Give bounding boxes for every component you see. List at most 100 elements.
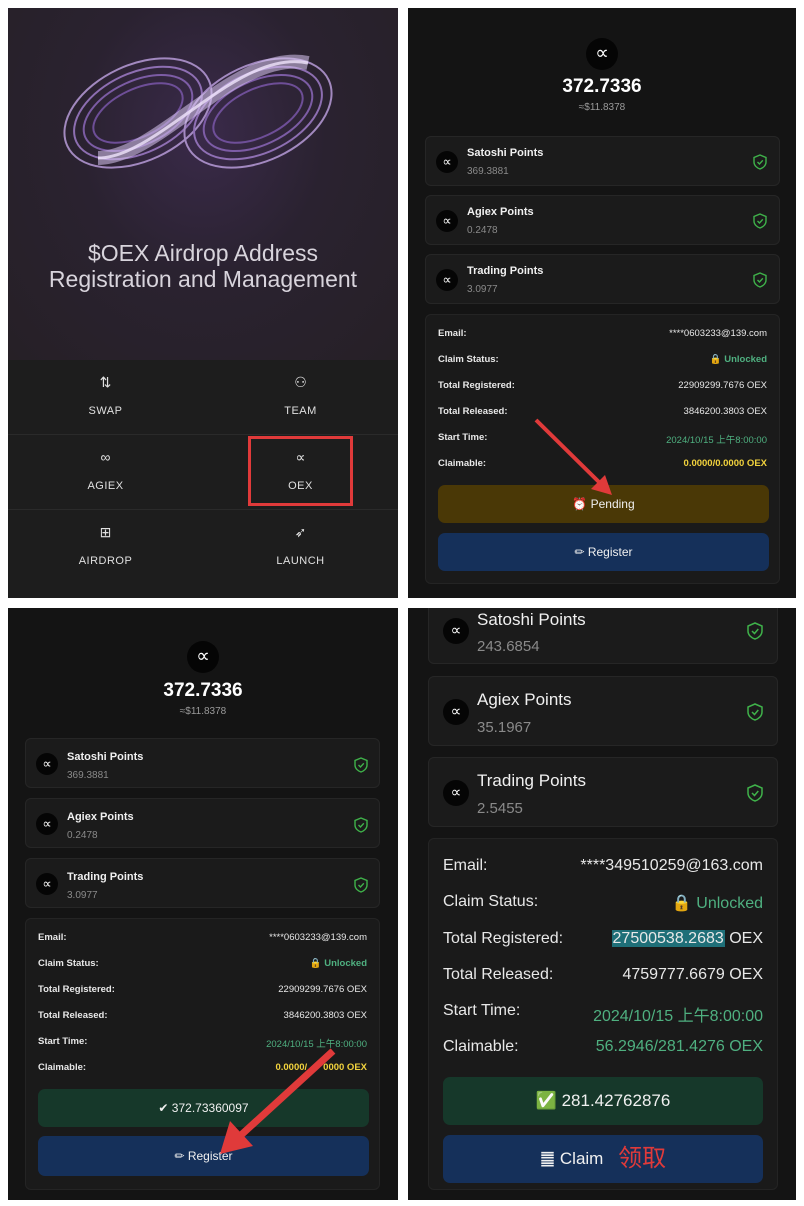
register-button[interactable]: ✏ Register <box>38 1136 369 1176</box>
info-value: ****349510259@163.com <box>580 857 763 874</box>
info-key: Email: <box>438 328 467 339</box>
info-row-claim-status: Claim Status: 🔒 Unlocked <box>26 958 379 972</box>
oex-logo-icon: ∝ <box>436 151 458 173</box>
oex-logo-icon: ∝ <box>187 641 219 673</box>
menu-item-airdrop[interactable]: ⊞ AIRDROP <box>8 510 203 584</box>
info-value: ****0603233@139.com <box>269 932 367 943</box>
points-card: ∝ Trading Points 3.0977 <box>425 254 780 304</box>
verified-shield-icon <box>753 213 767 229</box>
points-title: Satoshi Points <box>67 751 144 763</box>
points-value: 3.0977 <box>67 890 98 901</box>
points-card: ∝ Agiex Points 0.2478 <box>25 798 380 848</box>
info-value: 🔒 Unlocked <box>309 958 367 969</box>
info-key: Claim Status: <box>38 958 99 969</box>
points-title: Trading Points <box>467 265 544 277</box>
info-row-start-time: Start Time: 2024/10/15 上午8:00:00 <box>426 432 779 446</box>
info-value: 22909299.7676 OEX <box>278 984 367 995</box>
points-title: Trading Points <box>67 871 144 883</box>
points-title: Agiex Points <box>477 690 572 709</box>
success-amount-button[interactable]: ✔ 372.73360097 <box>38 1089 369 1127</box>
oex-logo-icon: ∝ <box>443 618 469 644</box>
info-key: Total Registered: <box>443 930 564 947</box>
menu-item-label: LAUNCH <box>276 555 325 567</box>
claim-info-panel: Email: ****0603233@139.com Claim Status: 🔒… <box>25 918 380 1190</box>
claim-button-label: ䷀ Claim <box>539 1149 604 1168</box>
info-row-email: Email: ****0603233@139.com <box>426 328 779 342</box>
oex-logo-icon: ∝ <box>436 269 458 291</box>
points-card: ∝ Agiex Points 35.1967 <box>428 676 778 746</box>
register-button[interactable]: ✏ Register <box>438 533 769 571</box>
points-value: 3.0977 <box>467 284 498 295</box>
hero-title-line2: Registration and Management <box>48 266 358 292</box>
info-row-claimable: Claimable: 56.2946/281.4276 OEX <box>429 1038 777 1058</box>
info-value: 56.2946/281.4276 OEX <box>595 1038 763 1055</box>
info-value: 0.0000/0000 OEX <box>275 1062 367 1073</box>
info-key: Total Released: <box>443 966 554 983</box>
points-value: 369.3881 <box>467 166 509 177</box>
info-value: 22909299.7676 OEX <box>678 380 767 391</box>
infinity-icon: ∞ <box>100 449 111 465</box>
points-title: Satoshi Points <box>477 610 586 629</box>
verified-shield-icon <box>747 622 763 640</box>
balance-usd: ≈$11.8378 <box>578 102 626 113</box>
hero-title: $OEX Airdrop Address Registration and Ma… <box>8 240 398 292</box>
claim-button[interactable]: ䷀ Claim 领取 <box>443 1135 763 1183</box>
points-title: Trading Points <box>477 771 586 790</box>
menu-item-swap[interactable]: ⇅ SWAP <box>8 360 203 434</box>
menu-item-launch[interactable]: ➶ LAUNCH <box>203 510 398 584</box>
info-key: Total Registered: <box>438 380 515 391</box>
points-title: Satoshi Points <box>467 147 544 159</box>
verified-shield-icon <box>753 154 767 170</box>
info-key: Claimable: <box>438 458 487 469</box>
points-card: ∝ Trading Points 2.5455 <box>428 757 778 827</box>
info-key: Start Time: <box>438 432 488 443</box>
menu-item-label: TEAM <box>284 405 317 417</box>
oex-logo-icon: ∝ <box>36 873 58 895</box>
balance-usd: ≈$11.8378 <box>179 706 227 717</box>
info-key: Total Released: <box>38 1010 108 1021</box>
info-row-start-time: Start Time: 2024/10/15 上午8:00:00 <box>26 1036 379 1050</box>
oex-logo-icon: ∝ <box>443 699 469 725</box>
menu-item-label: AIRDROP <box>78 555 133 567</box>
wallet-screen-registered: ∝ 372.7336 ≈$11.8378 ∝ Satoshi Points 36… <box>8 608 398 1200</box>
info-key: Total Released: <box>438 406 508 417</box>
points-card: ∝ Agiex Points 0.2478 <box>425 195 780 245</box>
claim-chinese-annotation: 领取 <box>618 1145 667 1172</box>
info-key: Start Time: <box>38 1036 88 1047</box>
info-row-total-registered: Total Registered: 27500538.2683 OEX <box>429 930 777 950</box>
oex-logo-icon: ∝ <box>586 38 618 70</box>
points-value: 243.6854 <box>477 638 540 655</box>
info-key: Claimable: <box>443 1038 519 1055</box>
info-value: 2024/10/15 上午8:00:00 <box>593 1008 763 1025</box>
info-key: Start Time: <box>443 1002 521 1019</box>
info-row-total-released: Total Released: 3846200.3803 OEX <box>426 406 779 420</box>
info-value: 2024/10/15 上午8:00:00 <box>266 1039 367 1050</box>
info-value: 🔒 Unlocked <box>709 354 767 365</box>
success-amount-button[interactable]: ✅ 281.42762876 <box>443 1077 763 1125</box>
team-icon: ⚇ <box>294 374 307 390</box>
info-key: Email: <box>443 857 488 874</box>
balance: 372.7336 <box>163 680 243 701</box>
pending-button[interactable]: ⏰ Pending <box>438 485 769 523</box>
wallet-screen-claim-zoomed: ∝ Satoshi Points 243.6854 ∝ Agiex Points… <box>408 608 796 1200</box>
oex-logo-icon: ∝ <box>36 813 58 835</box>
points-value: 35.1967 <box>477 719 532 736</box>
swap-arrows-icon: ⇅ <box>99 374 112 390</box>
balance: 372.7336 <box>562 76 642 97</box>
info-row-total-released: Total Released: 4759777.6679 OEX <box>429 966 777 986</box>
info-row-claim-status: Claim Status: 🔒 Unlocked <box>429 893 777 913</box>
menu-item-agiex[interactable]: ∞ AGIEX <box>8 435 203 509</box>
menu-item-team[interactable]: ⚇ TEAM <box>203 360 398 434</box>
info-row-claimable: Claimable: 0.0000/0000 OEX <box>26 1062 379 1076</box>
unit-label: OEX <box>724 930 763 947</box>
rocket-icon: ➶ <box>294 524 307 540</box>
info-value: 3846200.3803 OEX <box>683 406 767 417</box>
points-value: 0.2478 <box>467 225 498 236</box>
claimable-visible-part: 0.0000/ <box>275 1062 308 1073</box>
oex-highlight-box <box>248 436 353 506</box>
points-card: ∝ Satoshi Points 369.3881 <box>25 738 380 788</box>
info-value: 0.0000/0.0000 OEX <box>683 458 767 469</box>
claim-info-panel: Email: ****349510259@163.com Claim Status… <box>428 838 778 1190</box>
info-row-total-released: Total Released: 3846200.3803 OEX <box>26 1010 379 1024</box>
verified-shield-icon <box>747 703 763 721</box>
